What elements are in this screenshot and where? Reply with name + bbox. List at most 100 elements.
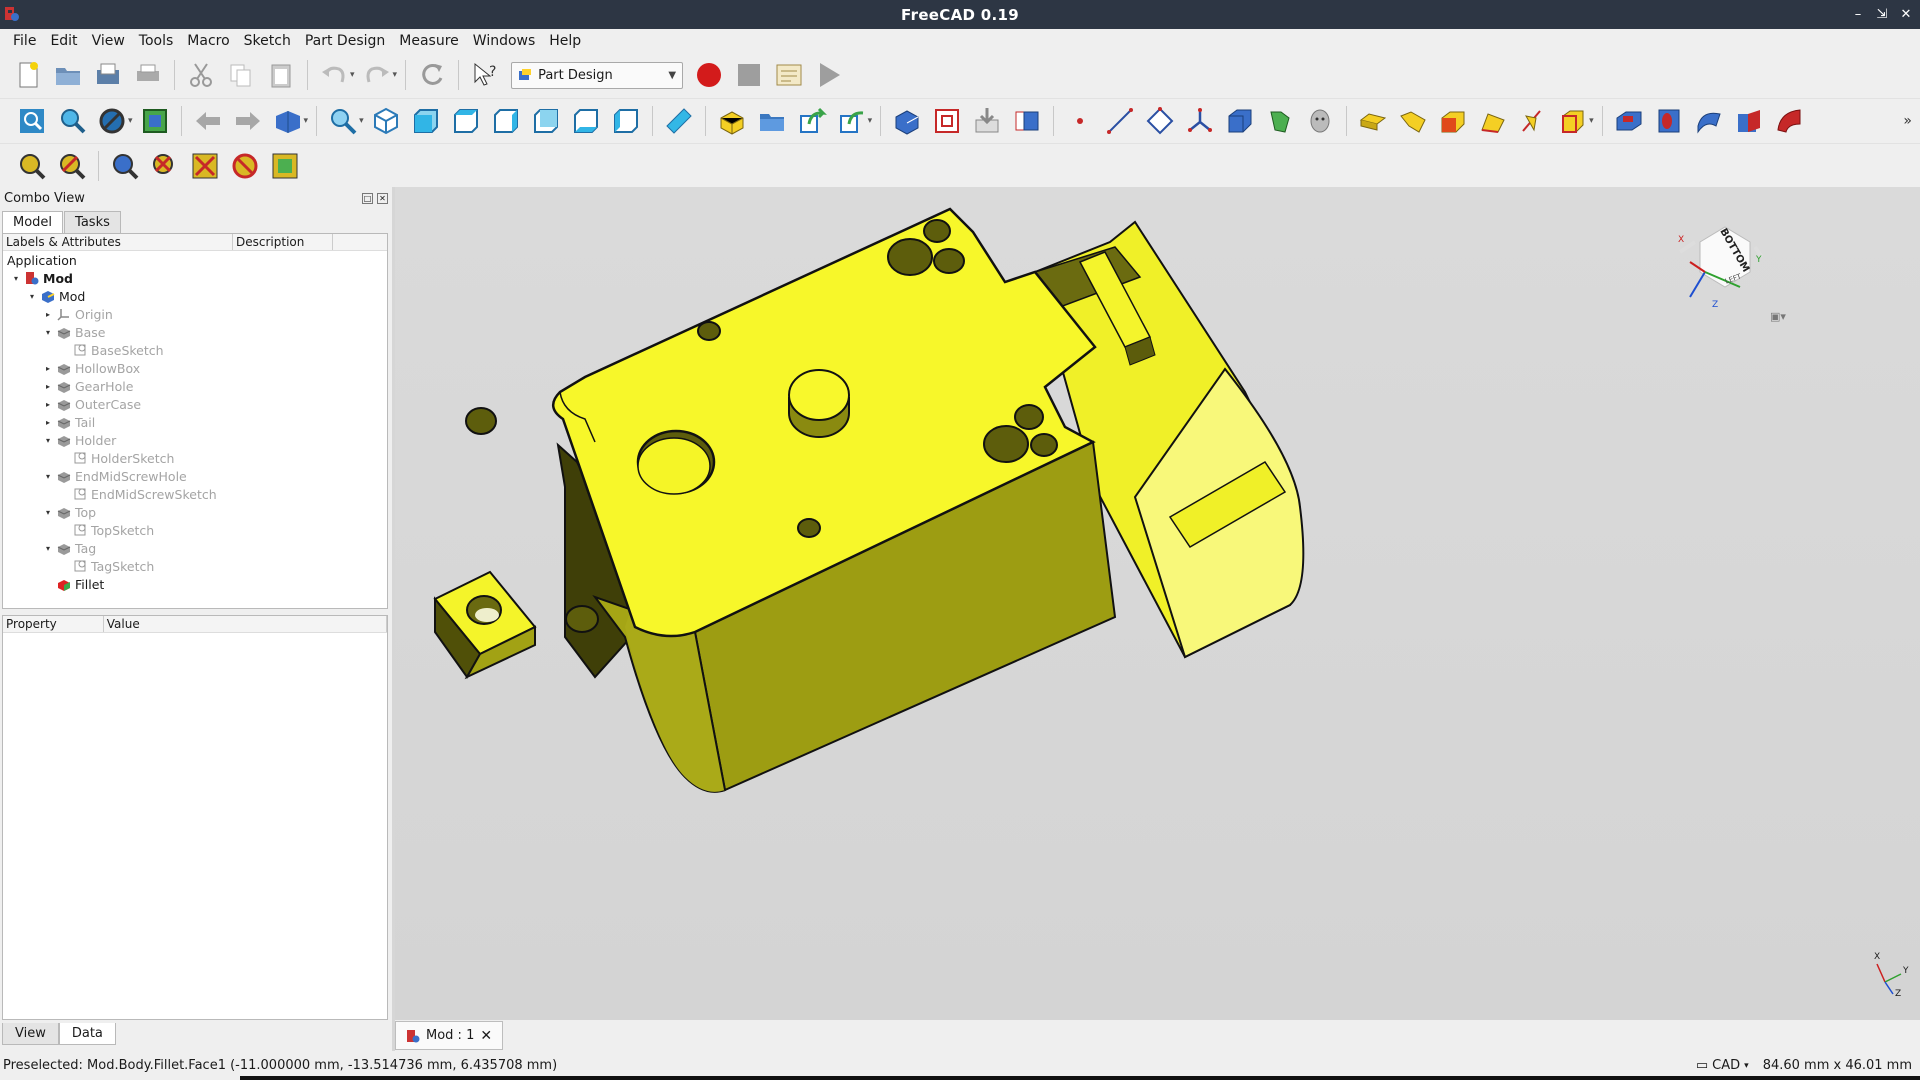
select-constraints-button[interactable] [55, 149, 89, 183]
std-view-menu-button[interactable] [271, 104, 305, 138]
validate-sketch-button[interactable] [970, 104, 1004, 138]
groove-button[interactable] [1692, 104, 1726, 138]
column-description[interactable]: Description [233, 234, 333, 250]
menu-view[interactable]: View [85, 33, 132, 49]
additive-helix-button[interactable] [1476, 104, 1510, 138]
menu-edit[interactable]: Edit [43, 33, 84, 49]
view-top-button[interactable] [449, 104, 483, 138]
close-window-button[interactable]: ✕ [1898, 4, 1914, 24]
tab-model[interactable]: Model [2, 211, 64, 233]
datum-point-button[interactable] [1063, 104, 1097, 138]
select-all-button[interactable] [15, 149, 49, 183]
select-malformed-button[interactable] [228, 149, 262, 183]
tree-item[interactable]: HolderSketch [3, 449, 387, 467]
create-part-button[interactable] [755, 104, 789, 138]
expand-arrow-icon[interactable]: ▸ [43, 382, 53, 391]
zoom-button[interactable] [326, 104, 360, 138]
refresh-button[interactable] [415, 58, 449, 92]
expand-arrow-icon[interactable]: ▸ [43, 400, 53, 409]
expand-arrow-icon[interactable]: ▸ [43, 364, 53, 373]
tree-item[interactable]: EndMidScrewSketch [3, 485, 387, 503]
view-bottom-button[interactable] [569, 104, 603, 138]
additive-sweep-button[interactable] [1516, 104, 1550, 138]
boss-cylinder[interactable] [788, 369, 850, 438]
local-cs-button[interactable] [1183, 104, 1217, 138]
column-property[interactable]: Property [3, 616, 104, 632]
additive-pipe-button[interactable] [1396, 104, 1430, 138]
additive-loft-button[interactable] [1356, 104, 1390, 138]
draw-style-button[interactable] [95, 104, 129, 138]
close-tab-icon[interactable]: ✕ [480, 1028, 492, 1044]
collapse-arrow-icon[interactable]: ▾ [43, 472, 53, 481]
tree-item[interactable]: ▸ GearHole [3, 377, 387, 395]
navigation-cube[interactable]: BOTTOM LEFT X Y Z ▣▾ [1670, 217, 1786, 323]
collapse-arrow-icon[interactable]: ▾ [43, 544, 53, 553]
toolbar-overflow-icon[interactable]: » [1903, 113, 1912, 129]
record-macro-button[interactable] [692, 58, 726, 92]
tree-item[interactable]: ▾ Holder [3, 431, 387, 449]
view-front-button[interactable] [409, 104, 443, 138]
select-elements-button[interactable] [268, 149, 302, 183]
collapse-arrow-icon[interactable]: ▾ [43, 508, 53, 517]
new-sketch-button[interactable] [890, 104, 924, 138]
create-body-button[interactable] [715, 104, 749, 138]
document-tab-mod[interactable]: Mod : 1 ✕ [395, 1021, 504, 1050]
datum-line-button[interactable] [1103, 104, 1137, 138]
tree-item[interactable]: ▾ Mod [3, 269, 387, 287]
save-button[interactable] [91, 58, 125, 92]
menu-macro[interactable]: Macro [180, 33, 236, 49]
menu-help[interactable]: Help [542, 33, 588, 49]
clone-button[interactable] [1303, 104, 1337, 138]
nav-style-selector[interactable]: ▭ CAD ▾ [1696, 1058, 1749, 1073]
tab-data[interactable]: Data [58, 1023, 116, 1045]
menu-part-design[interactable]: Part Design [298, 33, 392, 49]
tree-item[interactable]: ▸ Tail [3, 413, 387, 431]
gear-hole[interactable] [636, 429, 716, 495]
shape-binder-button[interactable] [795, 104, 829, 138]
select-conflicting-button[interactable] [188, 149, 222, 183]
print-button[interactable] [131, 58, 165, 92]
tree-item[interactable]: TopSketch [3, 521, 387, 539]
pocket-button[interactable] [1612, 104, 1646, 138]
select-origin-button[interactable] [108, 149, 142, 183]
execute-macro-button[interactable] [812, 58, 846, 92]
maximize-button[interactable]: ⇲ [1874, 4, 1890, 24]
expand-arrow-icon[interactable]: ▸ [43, 418, 53, 427]
tree-item[interactable]: ▸ Origin [3, 305, 387, 323]
view-left-button[interactable] [609, 104, 643, 138]
3d-viewport[interactable]: BOTTOM LEFT X Y Z ▣▾ X Y Z [395, 187, 1920, 1020]
undo-button[interactable] [317, 58, 351, 92]
macro-editor-button[interactable] [772, 58, 806, 92]
tree-item[interactable]: TagSketch [3, 557, 387, 575]
menu-sketch[interactable]: Sketch [237, 33, 298, 49]
menu-measure[interactable]: Measure [392, 33, 466, 49]
tab-view[interactable]: View [2, 1023, 59, 1045]
subtractive-loft-button[interactable] [1732, 104, 1766, 138]
close-panel-button[interactable]: ✕ [377, 192, 388, 204]
select-redundant-button[interactable] [148, 149, 182, 183]
workbench-selector[interactable]: Part Design ▼ [511, 61, 684, 89]
open-button[interactable] [51, 58, 85, 92]
additive-box-button[interactable] [1436, 104, 1470, 138]
cut-button[interactable] [184, 58, 218, 92]
collapse-arrow-icon[interactable]: ▾ [43, 436, 53, 445]
collapse-arrow-icon[interactable]: ▾ [43, 328, 53, 337]
nav-forward-button[interactable] [231, 104, 265, 138]
subtractive-pipe-button[interactable] [1772, 104, 1806, 138]
nav-back-button[interactable] [191, 104, 225, 138]
expand-arrow-icon[interactable]: ▸ [43, 310, 53, 319]
navcube-menu-icon[interactable]: ▣▾ [1770, 310, 1786, 323]
new-document-button[interactable] [11, 58, 45, 92]
tree-item[interactable]: ▸ OuterCase [3, 395, 387, 413]
tree-item[interactable]: ▾ EndMidScrewHole [3, 467, 387, 485]
tree-item[interactable]: ▾ Base [3, 323, 387, 341]
view-isometric-button[interactable] [369, 104, 403, 138]
view-rear-button[interactable] [529, 104, 563, 138]
housing-body[interactable] [552, 207, 1117, 793]
tree-item[interactable]: Fillet [3, 575, 387, 593]
collapse-arrow-icon[interactable]: ▾ [11, 274, 21, 283]
additive-primitive-button[interactable] [1556, 104, 1590, 138]
minimize-button[interactable]: – [1850, 4, 1866, 24]
tree-item[interactable]: ▾ Tag [3, 539, 387, 557]
measure-distance-button[interactable] [662, 104, 696, 138]
